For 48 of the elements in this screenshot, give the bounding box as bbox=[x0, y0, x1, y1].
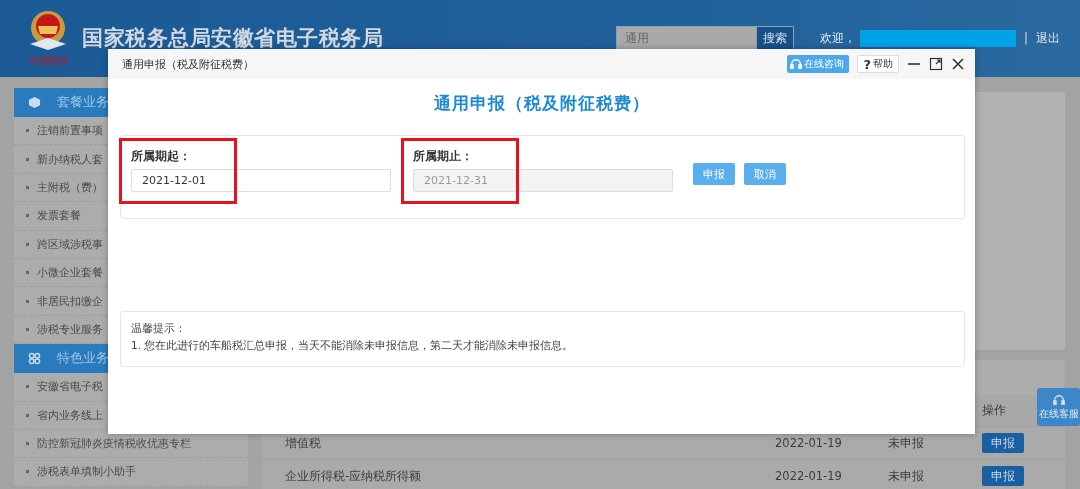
table-cell: 未申报 bbox=[888, 435, 924, 451]
search-button[interactable]: 搜索 bbox=[755, 26, 794, 50]
bullet-icon bbox=[26, 442, 29, 446]
logo-text: 中国税务 bbox=[28, 56, 68, 66]
cube-icon bbox=[28, 96, 41, 109]
table-cell: 2022-01-19 bbox=[775, 436, 842, 450]
table-cell: 企业所得税-应纳税所得额 bbox=[285, 468, 422, 484]
bullet-icon bbox=[26, 157, 29, 161]
welcome-text: 欢迎， bbox=[819, 29, 856, 47]
clover-icon bbox=[28, 352, 41, 366]
field-label: 所属期起： bbox=[131, 149, 192, 164]
consult-button[interactable]: 在线咨询 bbox=[787, 55, 850, 73]
bullet-icon bbox=[26, 385, 29, 389]
dialog-heading: 通用申报（税及附征税费） bbox=[433, 93, 650, 115]
section-title: 特色业务 bbox=[57, 350, 109, 368]
sidebar-item[interactable]: 涉税表单填制小助手 bbox=[14, 458, 248, 487]
bullet-icon bbox=[26, 271, 29, 275]
site-title: 国家税务总局安徽省电子税务局 bbox=[82, 25, 383, 52]
field-label: 所属期止： bbox=[413, 149, 474, 164]
bullet-icon bbox=[26, 470, 29, 474]
table-cell: 未申报 bbox=[888, 468, 924, 484]
service-button[interactable]: 在线客服 bbox=[1037, 388, 1080, 426]
close-icon[interactable] bbox=[951, 57, 965, 71]
bullet-icon bbox=[26, 129, 29, 133]
bullet-icon bbox=[26, 214, 29, 218]
bullet-icon bbox=[26, 413, 29, 417]
bullet-icon bbox=[26, 327, 29, 331]
maximize-icon[interactable] bbox=[929, 57, 943, 71]
declare-button[interactable]: 申报 bbox=[982, 433, 1024, 453]
search-field[interactable]: 通用 bbox=[615, 26, 756, 50]
bullet-icon bbox=[26, 185, 29, 189]
date-field[interactable]: 2021-12-01 bbox=[131, 169, 391, 192]
table-cell: 增值税 bbox=[285, 435, 321, 451]
dialog-button[interactable]: 取消 bbox=[744, 163, 786, 185]
section-title: 套餐业务 bbox=[57, 94, 109, 111]
headset-icon bbox=[1052, 393, 1065, 406]
dialog-title: 通用申报（税及附征税费） bbox=[122, 56, 254, 72]
separator-text: | bbox=[1023, 31, 1028, 45]
declare-button[interactable]: 申报 bbox=[982, 466, 1024, 486]
bullet-icon bbox=[26, 299, 29, 303]
tip-text: 1. 您在此进行的车船税汇总申报，当天不能消除未申报信息，第二天才能消除未申报信息。 bbox=[131, 339, 575, 353]
bullet-icon bbox=[26, 242, 29, 246]
column-header: 操作 bbox=[982, 403, 1006, 418]
headset-icon bbox=[790, 58, 803, 70]
dialog-button[interactable]: 申报 bbox=[693, 163, 735, 185]
logout-link[interactable]: 退出 bbox=[1036, 29, 1060, 47]
table-cell: 2022-01-19 bbox=[775, 469, 842, 483]
tip-title: 温馨提示： bbox=[131, 322, 187, 336]
